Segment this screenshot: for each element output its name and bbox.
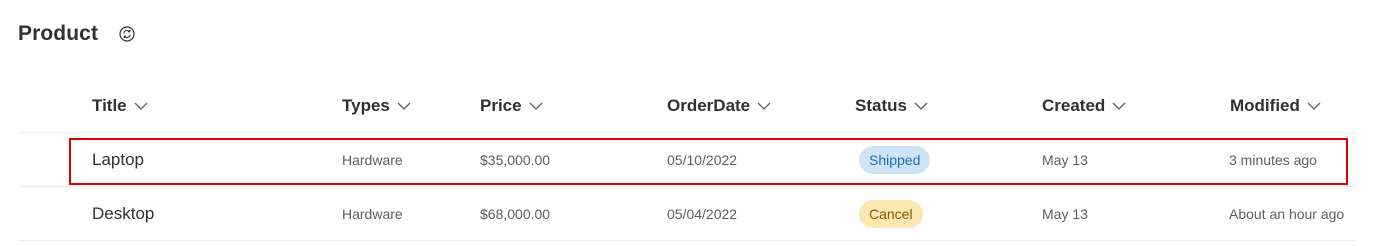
column-header-label: Status	[855, 96, 907, 115]
chevron-down-icon	[1112, 101, 1126, 111]
column-header-title[interactable]: Title	[92, 96, 148, 116]
page-title: Product	[18, 22, 99, 45]
column-header-price[interactable]: Price	[480, 96, 543, 116]
column-header-modified[interactable]: Modified	[1230, 96, 1321, 116]
cell-price: $35,000.00	[480, 151, 551, 168]
cell-orderdate: 05/10/2022	[667, 151, 738, 168]
cell-created: May 13	[1042, 151, 1088, 168]
cell-status: Cancel	[859, 187, 923, 240]
chevron-down-icon	[914, 101, 928, 111]
chevron-down-icon	[757, 101, 771, 111]
column-header-row: Title Types Price OrderDate Status Creat…	[0, 86, 1384, 128]
cell-title[interactable]: Laptop	[92, 133, 144, 186]
status-badge: Shipped	[859, 145, 931, 174]
sync-icon[interactable]	[118, 25, 136, 43]
cell-types: Hardware	[342, 205, 403, 222]
cell-modified: About an hour ago	[1229, 205, 1345, 222]
cell-status: Shipped	[859, 133, 931, 186]
chevron-down-icon	[134, 101, 148, 111]
column-header-label: Price	[480, 96, 522, 115]
column-header-orderdate[interactable]: OrderDate	[667, 96, 771, 116]
table-row[interactable]: Desktop Hardware $68,000.00 05/04/2022 C…	[18, 186, 1356, 241]
cell-modified: 3 minutes ago	[1229, 151, 1317, 168]
list-view: Product Title Types Price OrderDate Stat…	[0, 0, 1384, 246]
column-header-status[interactable]: Status	[855, 96, 928, 116]
status-badge: Cancel	[859, 199, 923, 228]
column-header-types[interactable]: Types	[342, 96, 411, 116]
column-header-created[interactable]: Created	[1042, 96, 1126, 116]
cell-price: $68,000.00	[480, 205, 551, 222]
chevron-down-icon	[529, 101, 543, 111]
cell-types: Hardware	[342, 151, 403, 168]
column-header-label: Modified	[1230, 96, 1300, 115]
list-header: Product	[18, 22, 136, 46]
column-header-label: Types	[342, 96, 390, 115]
chevron-down-icon	[1307, 101, 1321, 111]
column-header-label: OrderDate	[667, 96, 751, 115]
cell-orderdate: 05/04/2022	[667, 205, 738, 222]
column-header-label: Title	[92, 96, 127, 115]
cell-title[interactable]: Desktop	[92, 187, 154, 240]
table-row[interactable]: Laptop Hardware $35,000.00 05/10/2022 Sh…	[18, 132, 1356, 186]
cell-created: May 13	[1042, 205, 1088, 222]
column-header-label: Created	[1042, 96, 1106, 115]
chevron-down-icon	[397, 101, 411, 111]
